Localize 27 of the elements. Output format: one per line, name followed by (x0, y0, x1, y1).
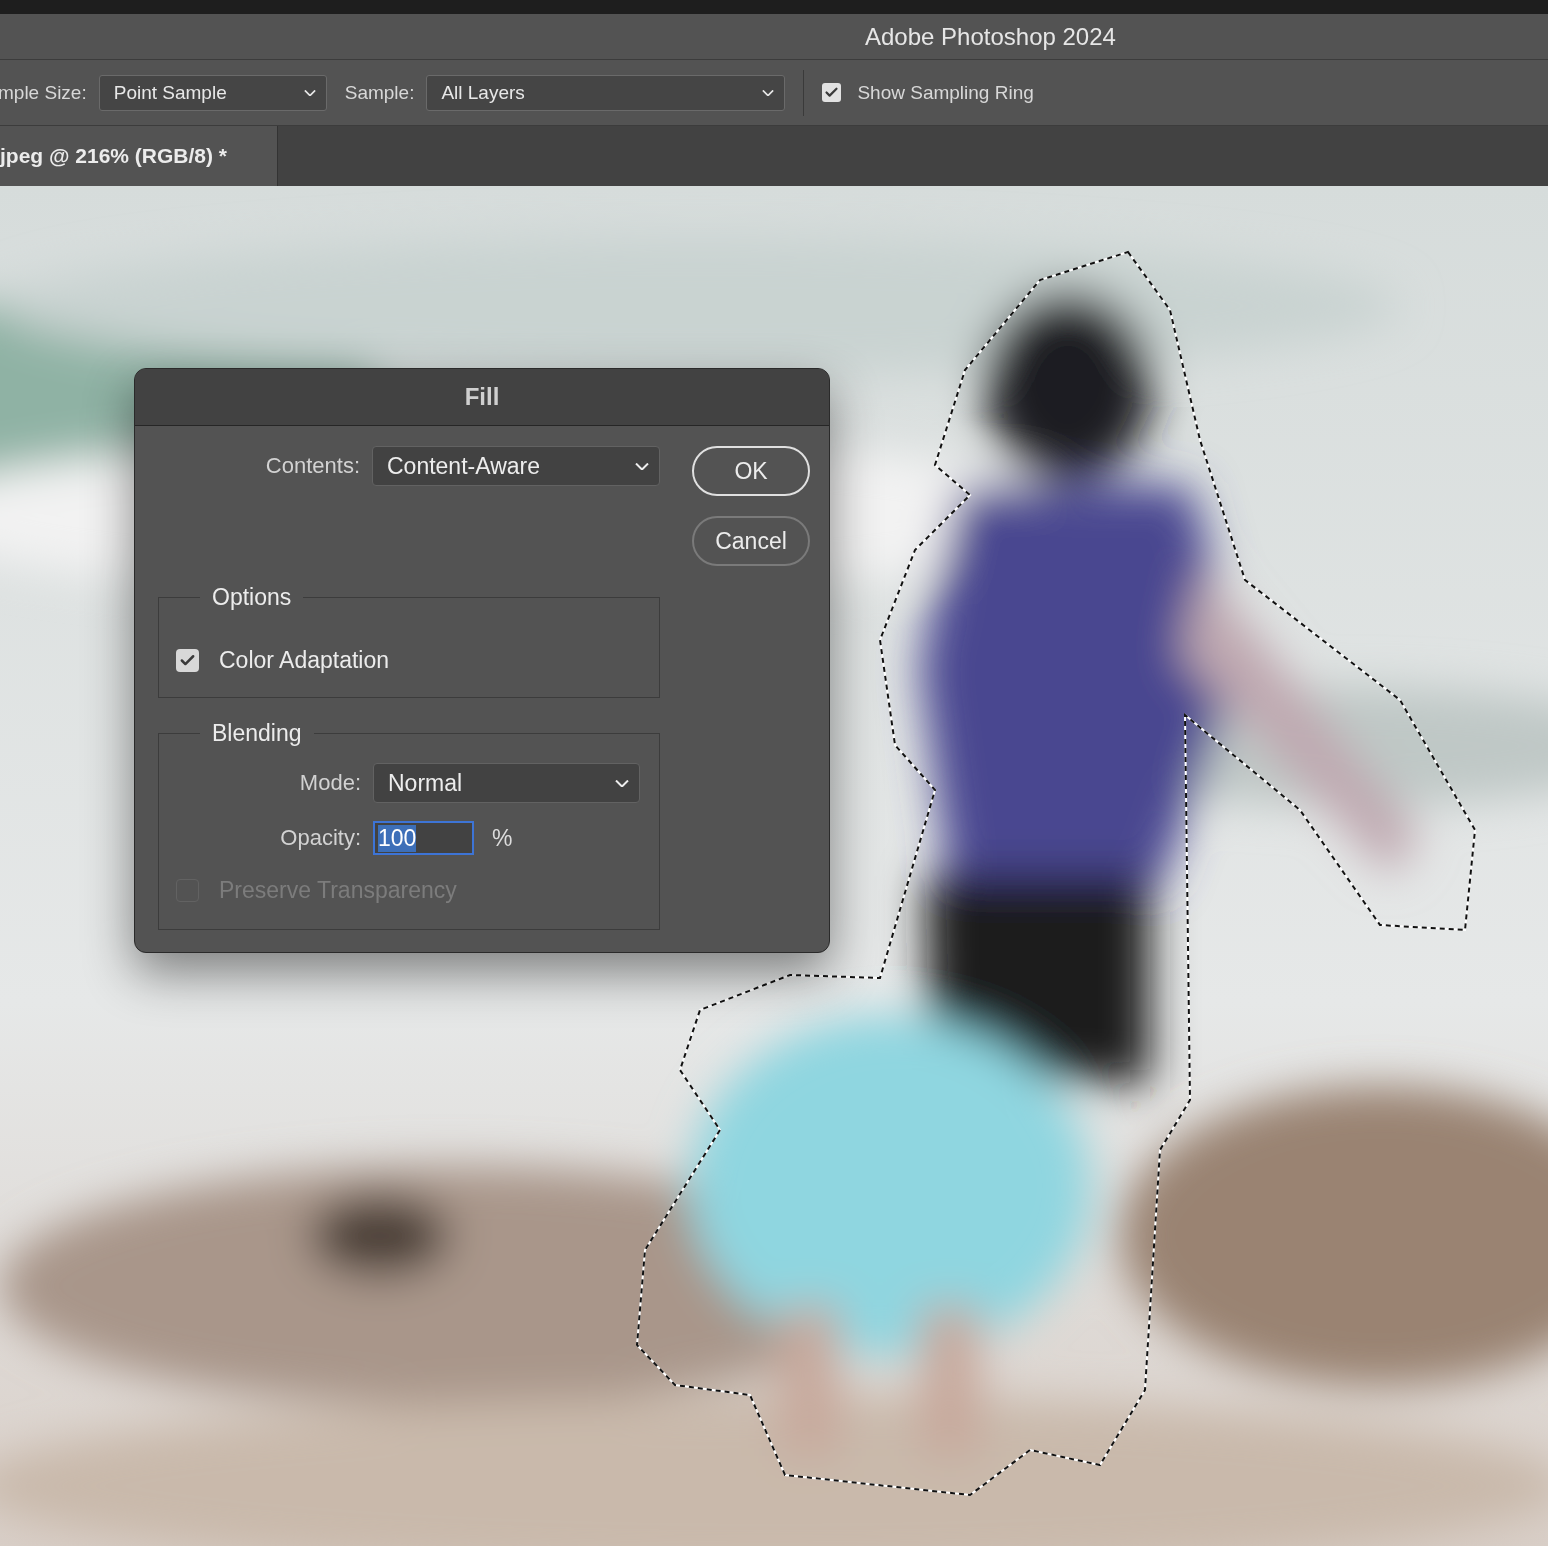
ok-button[interactable]: OK (692, 446, 810, 496)
group-label: Options (211, 584, 293, 611)
chevron-down-icon (615, 779, 629, 787)
cancel-button[interactable]: Cancel (692, 516, 810, 566)
checkbox[interactable] (176, 649, 199, 672)
checkbox-label: Show Sampling Ring (857, 81, 1034, 104)
contents-dropdown[interactable]: Content-Aware (372, 446, 660, 486)
checkbox[interactable] (822, 83, 842, 102)
sample-dropdown[interactable]: All Layers (426, 74, 786, 111)
group-label: Blending (211, 720, 303, 747)
window-title: Adobe Photoshop 2024 (865, 22, 1116, 51)
mode-dropdown[interactable]: Normal (373, 763, 640, 803)
sample-label: Sample: (344, 81, 415, 104)
opacity-label: Opacity: (279, 825, 362, 851)
dialog-title: Fill (464, 383, 500, 411)
chevron-down-icon (303, 89, 316, 96)
mode-label: Mode: (298, 770, 362, 796)
document-tab[interactable]: jpeg @ 216% (RGB/8) * (0, 126, 278, 186)
opacity-field[interactable]: 100 (373, 821, 474, 855)
sample-size-label: mple Size: (0, 81, 87, 104)
percent-unit: % (492, 824, 513, 852)
contents-label: Contents: (264, 453, 361, 479)
chevron-down-icon (635, 462, 649, 470)
checkbox-label: Color Adaptation (219, 647, 390, 674)
chevron-down-icon (762, 89, 775, 96)
check-icon (824, 85, 840, 100)
sample-size-dropdown[interactable]: Point Sample (98, 74, 327, 111)
